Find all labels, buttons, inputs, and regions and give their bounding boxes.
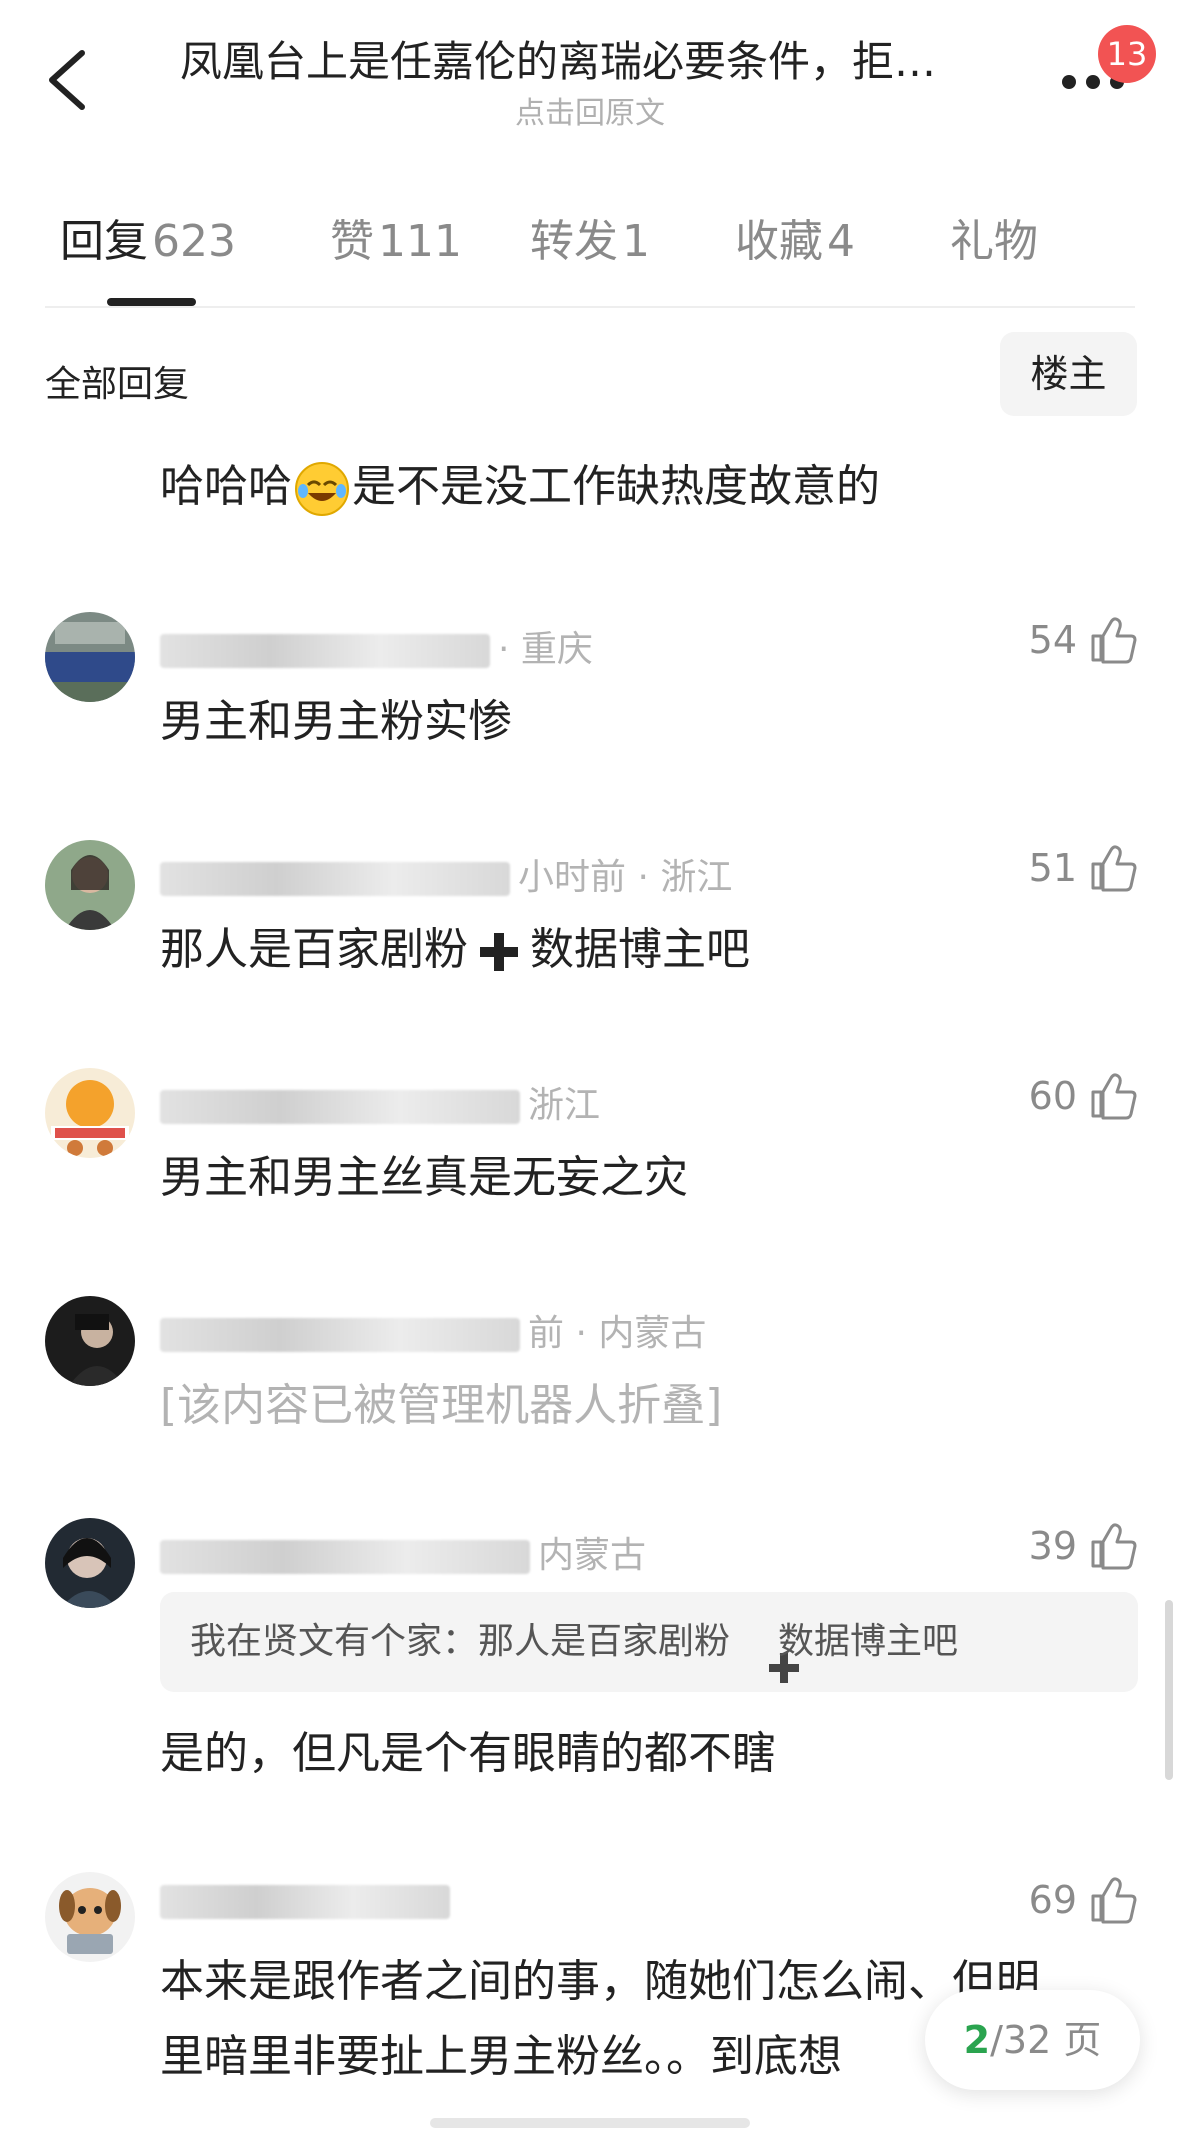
op-only-filter-button[interactable]: 楼主 xyxy=(1000,332,1137,416)
comment-meta: 内蒙古 xyxy=(160,1526,646,1578)
like-count: 69 xyxy=(1028,1878,1077,1922)
plus-icon xyxy=(736,1625,800,1683)
back-arrow-icon[interactable] xyxy=(40,45,100,115)
avatar[interactable] xyxy=(45,1872,135,1962)
redacted-username xyxy=(160,1885,450,1919)
post-title[interactable]: 凤凰台上是任嘉伦的离瑞必要条件，拒… xyxy=(180,32,1000,92)
notification-badge: 13 xyxy=(1098,25,1156,83)
divider xyxy=(45,306,1135,308)
redacted-username xyxy=(160,862,510,896)
back-to-post-link[interactable]: 点击回原文 xyxy=(180,88,1000,132)
tab-favorites[interactable]: 收藏4 xyxy=(735,205,855,269)
like-button[interactable]: 51 xyxy=(1029,838,1139,898)
tab-gifts[interactable]: 礼物 xyxy=(950,205,1038,269)
tab-bar: 回复623 赞111 转发1 收藏4 礼物 xyxy=(45,205,1145,305)
tab-count: 623 xyxy=(152,216,236,267)
comment-meta: 小时前 · 浙江 xyxy=(160,848,732,900)
comment-text-part: 哈哈哈 xyxy=(160,461,292,512)
tab-reposts[interactable]: 转发1 xyxy=(530,205,650,269)
section-title: 全部回复 xyxy=(45,364,190,405)
tab-count: 1 xyxy=(622,216,650,267)
comment-meta: · 重庆 xyxy=(160,620,593,672)
total-pages: /32 页 xyxy=(990,2018,1102,2062)
quoted-text-part: 我在贤文有个家：那人是百家剧粉 xyxy=(190,1621,731,1662)
comment-text: 男主和男主丝真是无妄之灾 xyxy=(160,1152,688,1203)
comment-location: 内蒙古 xyxy=(538,1535,647,1576)
comment-text: 男主和男主粉实惨 xyxy=(160,696,512,747)
redacted-username xyxy=(160,1540,530,1574)
avatar[interactable] xyxy=(45,840,135,930)
folded-comment-notice[interactable]: [该内容已被管理机器人折叠] xyxy=(160,1369,722,1433)
quoted-text-part: 数据博主吧 xyxy=(778,1621,959,1662)
like-count: 51 xyxy=(1028,846,1077,890)
comment-text-part: 是不是没工作缺热度故意的 xyxy=(352,461,880,512)
thumbs-up-icon xyxy=(1091,1523,1137,1570)
like-count: 39 xyxy=(1028,1524,1077,1568)
tab-label: 礼物 xyxy=(950,216,1038,267)
plus-icon xyxy=(476,929,522,975)
current-page: 2 xyxy=(963,2018,991,2062)
tab-likes[interactable]: 赞111 xyxy=(330,205,462,269)
thumbs-up-icon xyxy=(1091,845,1137,892)
tab-label: 收藏 xyxy=(735,216,823,267)
like-count: 54 xyxy=(1028,618,1077,662)
comment-location: 前 · 内蒙古 xyxy=(528,1313,707,1354)
tab-count: 111 xyxy=(378,216,462,267)
laughing-tears-emoji-icon xyxy=(294,461,350,517)
like-button[interactable]: 60 xyxy=(1029,1066,1139,1126)
like-button[interactable]: 69 xyxy=(1029,1870,1139,1930)
comment-location: 浙江 xyxy=(528,1085,601,1126)
tab-replies[interactable]: 回复623 xyxy=(60,205,236,269)
comment-meta xyxy=(160,1880,458,1921)
comment-text: 哈哈哈 是不是没工作缺热度故意的 xyxy=(160,450,880,517)
comment-meta: 浙江 xyxy=(160,1076,600,1128)
comment-text-part: 那人是百家剧粉 xyxy=(160,924,468,975)
avatar[interactable] xyxy=(45,1068,135,1158)
comment-text: 是的，但凡是个有眼睛的都不瞎 xyxy=(160,1728,776,1779)
avatar[interactable] xyxy=(45,612,135,702)
active-tab-indicator xyxy=(107,298,196,306)
comment-location: · 重庆 xyxy=(498,629,593,670)
tab-label: 转发 xyxy=(530,216,618,267)
tab-count: 4 xyxy=(827,216,855,267)
quoted-reply[interactable]: 我在贤文有个家：那人是百家剧粉 数据博主吧 xyxy=(160,1592,1138,1692)
like-count: 60 xyxy=(1028,1074,1077,1118)
comment-text-line: 里暗里非要扯上男主粉丝。。到底想 xyxy=(160,2031,842,2082)
redacted-username xyxy=(160,1090,520,1124)
tab-label: 赞 xyxy=(330,216,374,267)
scrollbar[interactable] xyxy=(1165,1600,1173,1780)
thumbs-up-icon xyxy=(1091,1073,1137,1120)
avatar[interactable] xyxy=(45,1296,135,1386)
like-button[interactable]: 39 xyxy=(1029,1516,1139,1576)
comment-location: 小时前 · 浙江 xyxy=(518,857,733,898)
comment-text-part: 数据博主吧 xyxy=(530,924,750,975)
tab-label: 回复 xyxy=(60,216,148,267)
avatar[interactable] xyxy=(45,1518,135,1608)
like-button[interactable]: 54 xyxy=(1029,610,1139,670)
redacted-username xyxy=(160,634,490,668)
page-indicator-button[interactable]: 2/32 页 xyxy=(925,1990,1140,2090)
comment-text-line: 本来是跟作者之间的事，随她们怎么闹、但明 xyxy=(160,1956,1040,2007)
thumbs-up-icon xyxy=(1091,617,1137,664)
comment-meta: 前 · 内蒙古 xyxy=(160,1304,706,1356)
comment-text: 那人是百家剧粉 数据博主吧 xyxy=(160,913,750,977)
home-indicator[interactable] xyxy=(430,2118,750,2128)
top-bar: 凤凰台上是任嘉伦的离瑞必要条件，拒… 点击回原文 13 xyxy=(0,0,1179,140)
thumbs-up-icon xyxy=(1091,1877,1137,1924)
redacted-username xyxy=(160,1318,520,1352)
